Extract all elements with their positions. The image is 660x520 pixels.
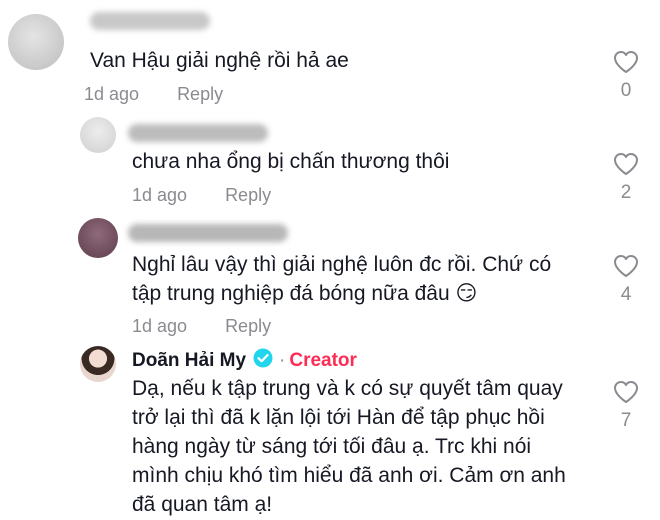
like-count: 2: [620, 182, 632, 203]
comment-text: Nghỉ lâu vậy thì giải nghệ luôn đc rồi. …: [132, 253, 552, 305]
like-button[interactable]: 0: [606, 50, 646, 102]
creator-name-row: Doãn Hải My · Creator: [132, 348, 357, 374]
comment-meta: 1d ago Reply: [132, 316, 271, 337]
comment-meta: 1d ago Reply: [84, 84, 223, 105]
commenter-name-blurred[interactable]: [90, 12, 210, 30]
verified-check-icon: [253, 348, 273, 374]
like-count: 4: [620, 284, 632, 305]
comment-time: 1d ago: [84, 84, 140, 104]
commenter-name-blurred[interactable]: [128, 224, 288, 242]
like-button[interactable]: 2: [606, 152, 646, 204]
heart-outline-icon: [606, 254, 646, 278]
commenter-avatar[interactable]: [8, 14, 64, 70]
commenter-avatar[interactable]: [78, 218, 118, 258]
like-count: 7: [620, 410, 632, 431]
separator-dot: ·: [279, 350, 286, 371]
creator-avatar[interactable]: [80, 346, 116, 382]
like-button[interactable]: 7: [606, 380, 646, 432]
reply-button[interactable]: Reply: [225, 316, 271, 336]
creator-name[interactable]: Doãn Hải My: [132, 350, 246, 372]
like-button[interactable]: 4: [606, 254, 646, 306]
comment-text: Dạ, nếu k tập trung và k có sự quyết tâm…: [132, 377, 566, 516]
comment-time: 1d ago: [132, 316, 188, 336]
commenter-avatar[interactable]: [80, 117, 116, 153]
reply-button[interactable]: Reply: [177, 84, 223, 104]
heart-outline-icon: [606, 50, 646, 74]
heart-outline-icon: [606, 380, 646, 404]
reply-button[interactable]: Reply: [225, 185, 271, 205]
heart-outline-icon: [606, 152, 646, 176]
comment-time: 1d ago: [132, 185, 188, 205]
comment-meta: 1d ago Reply: [132, 185, 271, 206]
like-count: 0: [620, 80, 632, 101]
commenter-name-blurred[interactable]: [128, 124, 268, 142]
comment-text: Van Hậu giải nghệ rồi hả ae: [90, 49, 349, 72]
comment-text: chưa nha ổng bị chấn thương thôi: [132, 150, 450, 173]
creator-badge: Creator: [289, 350, 357, 371]
